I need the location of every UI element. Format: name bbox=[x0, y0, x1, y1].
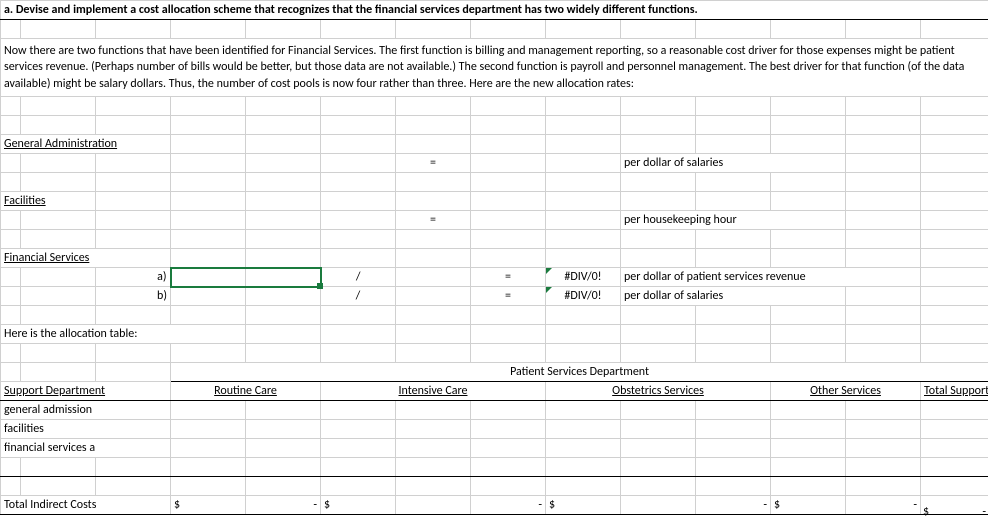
row-financial-services-a: financial services a bbox=[1, 439, 171, 458]
section-financial-services: Financial Services bbox=[1, 249, 171, 268]
col-obstetrics: Obstetrics Services bbox=[546, 382, 771, 401]
selected-cell[interactable] bbox=[171, 268, 246, 287]
divide-sign: / bbox=[321, 287, 396, 306]
amount: - bbox=[982, 505, 986, 519]
explanation-paragraph: Now there are two functions that have be… bbox=[1, 39, 988, 97]
row-general-admission: general admission bbox=[1, 401, 171, 420]
error-cell[interactable]: #DIV/0! bbox=[546, 287, 621, 306]
col-total: Total Support Costs bbox=[921, 382, 988, 401]
rate-unit: per housekeeping hour bbox=[621, 211, 846, 230]
divide-sign: / bbox=[321, 268, 396, 287]
sub-label-b: b) bbox=[96, 287, 171, 306]
allocation-intro: Here is the allocation table: bbox=[1, 325, 246, 344]
section-general-admin: General Administration bbox=[1, 135, 171, 154]
currency: $ bbox=[321, 496, 396, 515]
error-cell[interactable]: #DIV/0! bbox=[546, 268, 621, 287]
currency: $ bbox=[171, 496, 246, 515]
amount: - bbox=[246, 496, 321, 515]
amount: - bbox=[846, 496, 921, 515]
sub-label-a: a) bbox=[96, 268, 171, 287]
selected-cell[interactable] bbox=[246, 268, 321, 287]
currency: $ bbox=[771, 496, 846, 515]
col-intensive: Intensive Care bbox=[321, 382, 546, 401]
col-support: Support Department bbox=[1, 382, 171, 401]
amount: - bbox=[471, 496, 546, 515]
equals-sign: = bbox=[471, 268, 546, 287]
col-routine: Routine Care bbox=[171, 382, 321, 401]
rate-unit: per dollar of patient services revenue bbox=[621, 268, 921, 287]
question-title: a. Devise and implement a cost allocatio… bbox=[1, 1, 988, 20]
row-total: Total Indirect Costs bbox=[1, 496, 171, 515]
equals-sign: = bbox=[471, 287, 546, 306]
currency: $ bbox=[923, 505, 929, 519]
spreadsheet-grid[interactable]: a. Devise and implement a cost allocatio… bbox=[0, 0, 988, 515]
col-other: Other Services bbox=[771, 382, 921, 401]
currency: $ bbox=[546, 496, 621, 515]
equals-sign: = bbox=[396, 211, 471, 230]
amount: - bbox=[696, 496, 771, 515]
section-facilities: Facilities bbox=[1, 192, 96, 211]
rate-unit: per dollar of salaries bbox=[621, 154, 846, 173]
fill-handle[interactable] bbox=[317, 283, 323, 289]
row-facilities: facilities bbox=[1, 420, 171, 439]
table-super-header: Patient Services Department bbox=[171, 363, 988, 382]
equals-sign: = bbox=[396, 154, 471, 173]
rate-unit: per dollar of salaries bbox=[621, 287, 846, 306]
